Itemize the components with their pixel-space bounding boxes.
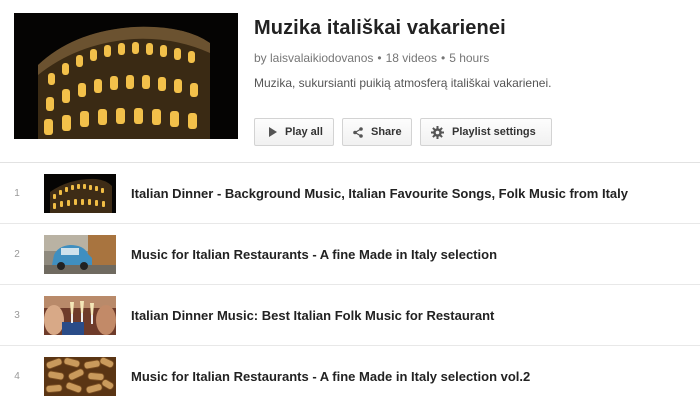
video-thumbnail[interactable] — [44, 357, 116, 396]
share-button[interactable]: Share — [342, 118, 412, 146]
playlist-owner-link[interactable]: by laisvalaikiodovanos — [254, 51, 373, 65]
video-index: 3 — [14, 309, 20, 321]
share-icon — [353, 126, 363, 138]
video-index: 1 — [14, 187, 20, 199]
video-index: 4 — [14, 370, 20, 382]
playlist-video-list: 1 Italian Dinner - Background Music, Ita… — [0, 163, 700, 406]
playlist-duration: 5 hours — [449, 51, 490, 65]
video-title-link[interactable]: Italian Dinner Music: Best Italian Folk … — [131, 285, 494, 345]
video-thumbnail[interactable] — [44, 235, 116, 274]
playlist-video-row[interactable]: 2 Music for Italian Restaurants - A fine… — [0, 224, 700, 285]
playlist-thumbnail[interactable] — [14, 13, 238, 139]
playlist-info: Muzika itališkai vakarienei by laisvalai… — [254, 15, 694, 91]
playlist-meta: by laisvalaikiodovanos • 18 videos • 5 hours — [254, 50, 694, 66]
play-icon — [268, 127, 277, 137]
play-all-button[interactable]: Play all — [254, 118, 334, 146]
playlist-actions: Play all Share Playlist settings — [254, 118, 552, 146]
meta-separator: • — [440, 51, 446, 65]
playlist-video-row[interactable]: 3 Italian Dinner Music: Best Italian Fol… — [0, 285, 700, 346]
playlist-title: Muzika itališkai vakarienei — [254, 17, 506, 39]
playlist-settings-label: Playlist settings — [452, 126, 536, 138]
blue-car-thumb-image — [44, 235, 116, 274]
colosseum-thumb-image — [44, 174, 116, 213]
video-title-link[interactable]: Music for Italian Restaurants - A fine M… — [131, 224, 497, 284]
video-thumbnail[interactable] — [44, 174, 116, 213]
wine-toast-thumb-image — [44, 296, 116, 335]
play-all-label: Play all — [285, 126, 323, 138]
wine-corks-thumb-image — [44, 357, 116, 396]
meta-separator: • — [377, 51, 382, 65]
video-count: 18 videos — [385, 51, 437, 65]
playlist-video-row[interactable]: 1 Italian Dinner - Background Music, Ita… — [0, 163, 700, 224]
video-title-link[interactable]: Music for Italian Restaurants - A fine M… — [131, 346, 530, 406]
playlist-settings-button[interactable]: Playlist settings — [420, 118, 552, 146]
share-label: Share — [371, 126, 402, 138]
video-title-link[interactable]: Italian Dinner - Background Music, Itali… — [131, 163, 628, 223]
playlist-video-row[interactable]: 4 Music for Italian Restaurants - A fine… — [0, 346, 700, 406]
playlist-description: Muzika, sukursianti puikią atmosferą ita… — [254, 76, 552, 90]
colosseum-image — [14, 13, 238, 139]
playlist-header: Muzika itališkai vakarienei by laisvalai… — [0, 0, 700, 163]
video-thumbnail[interactable] — [44, 296, 116, 335]
video-index: 2 — [14, 248, 20, 260]
gear-icon — [431, 125, 444, 139]
